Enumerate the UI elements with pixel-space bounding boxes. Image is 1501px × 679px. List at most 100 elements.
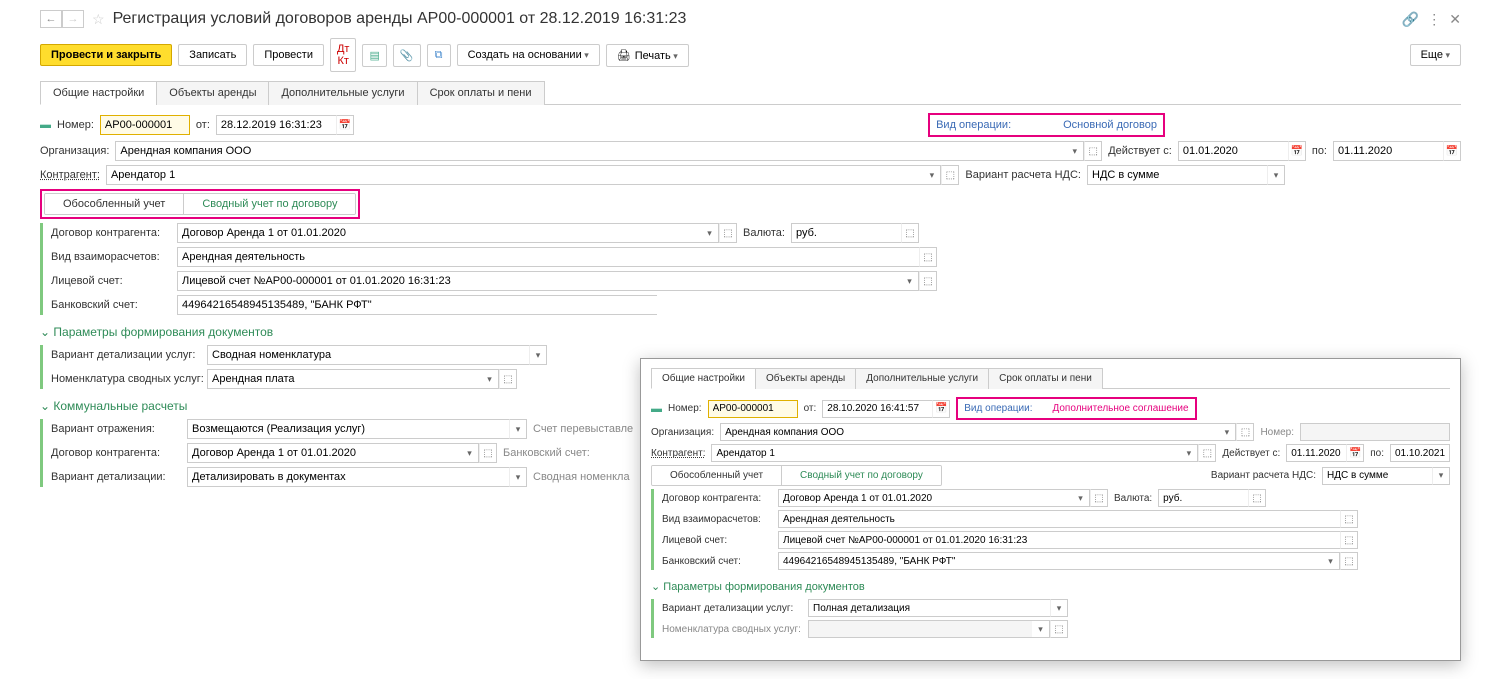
btn-dtkt[interactable]: ДтКт: [330, 38, 357, 72]
inp-komm-dog[interactable]: [187, 443, 461, 463]
dd-kontr[interactable]: ▾: [923, 165, 941, 185]
btn-list-icon[interactable]: ▤: [362, 44, 386, 67]
ov-seg-a[interactable]: Обособленный учет: [652, 466, 781, 485]
open-kontr[interactable]: [941, 165, 959, 185]
close-icon[interactable]: ✕: [1449, 11, 1461, 28]
ov-deist-po[interactable]: [1390, 444, 1450, 462]
inp-deist-s[interactable]: [1178, 141, 1288, 161]
link-icon[interactable]: 🔗: [1402, 11, 1419, 28]
ov-open-lic[interactable]: [1340, 531, 1358, 549]
ov-cal-ot[interactable]: [932, 400, 950, 418]
menu-icon[interactable]: ⋮: [1427, 11, 1441, 28]
open-dog[interactable]: [719, 223, 737, 243]
inp-vz[interactable]: [177, 247, 919, 267]
cal-deist-po[interactable]: [1443, 141, 1461, 161]
ov-open-kontr[interactable]: [1198, 444, 1216, 462]
dd-komm-dog[interactable]: ▾: [461, 443, 479, 463]
ov-inp-nomer[interactable]: [708, 400, 798, 418]
open-nom-sv[interactable]: [499, 369, 517, 389]
inp-bank[interactable]: [177, 295, 657, 315]
val-vid-op[interactable]: Основной договор: [1063, 119, 1157, 131]
ov-inp-lic[interactable]: [778, 531, 1340, 549]
ov-deist-s[interactable]: [1286, 444, 1346, 462]
dd-var-det[interactable]: ▾: [529, 345, 547, 365]
inp-lic[interactable]: [177, 271, 901, 291]
sec-params[interactable]: Параметры формирования документов: [40, 325, 1461, 339]
ov-val-vid-op[interactable]: Дополнительное соглашение: [1052, 403, 1188, 414]
open-vz[interactable]: [919, 247, 937, 267]
lbl-kontr[interactable]: Контрагент:: [40, 169, 100, 181]
seg-obosobl[interactable]: Обособленный учет: [45, 194, 183, 214]
dd-komm-vd[interactable]: ▾: [509, 467, 527, 487]
ov-inp-val[interactable]: [1158, 489, 1248, 507]
dd-var-otr[interactable]: ▾: [509, 419, 527, 439]
ov-dd-dog[interactable]: ▾: [1072, 489, 1090, 507]
ov-tab-terms[interactable]: Срок оплаты и пени: [988, 368, 1103, 389]
ov-cal-s[interactable]: [1346, 444, 1364, 462]
ov-tab-objects[interactable]: Объекты аренды: [755, 368, 856, 389]
ov-lbl-nomer: Номер:: [668, 403, 702, 414]
open-komm-dog[interactable]: [479, 443, 497, 463]
btn-more[interactable]: Еще: [1410, 44, 1461, 66]
cal-icon-ot[interactable]: [336, 115, 354, 135]
btn-pechat[interactable]: Печать: [606, 44, 689, 67]
ov-inp-kontr[interactable]: [711, 444, 1180, 462]
cal-deist-s[interactable]: [1288, 141, 1306, 161]
inp-val[interactable]: [791, 223, 901, 243]
inp-nomer[interactable]: [100, 115, 190, 135]
seg-svod[interactable]: Сводный учет по договору: [183, 194, 355, 214]
ov-dd-org[interactable]: ▾: [1218, 423, 1236, 441]
dd-org[interactable]: ▾: [1066, 141, 1084, 161]
ov-tab-general[interactable]: Общие настройки: [651, 368, 756, 389]
ov-open-bank[interactable]: [1340, 552, 1358, 570]
dd-nom-sv[interactable]: ▾: [481, 369, 499, 389]
dd-nds[interactable]: ▾: [1267, 165, 1285, 185]
ov-open-val[interactable]: [1248, 489, 1266, 507]
open-val[interactable]: [901, 223, 919, 243]
ov-seg-b[interactable]: Сводный учет по договору: [781, 466, 941, 485]
tab-services[interactable]: Дополнительные услуги: [268, 81, 417, 105]
tab-objects[interactable]: Объекты аренды: [156, 81, 269, 105]
btn-provesti-zakryt[interactable]: Провести и закрыть: [40, 44, 172, 66]
ov-dd-var-det[interactable]: ▾: [1050, 599, 1068, 617]
btn-struct-icon[interactable]: ⧉: [427, 44, 451, 67]
btn-sozdat[interactable]: Создать на основании: [457, 44, 600, 66]
inp-komm-vd[interactable]: [187, 467, 509, 487]
inp-var-det[interactable]: [207, 345, 529, 365]
ov-inp-dog[interactable]: [778, 489, 1072, 507]
dd-lic[interactable]: ▾: [901, 271, 919, 291]
btn-attach-icon[interactable]: 📎: [393, 44, 421, 67]
ov-open-dog[interactable]: [1090, 489, 1108, 507]
nav-back[interactable]: ←: [40, 10, 62, 28]
ov-dd-kontr[interactable]: ▾: [1180, 444, 1198, 462]
ov-lbl-kontr[interactable]: Контрагент:: [651, 448, 705, 459]
tab-general[interactable]: Общие настройки: [40, 81, 157, 105]
ov-dd-bank[interactable]: ▾: [1322, 552, 1340, 570]
inp-kontr[interactable]: [106, 165, 923, 185]
open-lic[interactable]: [919, 271, 937, 291]
ov-sec-params[interactable]: Параметры формирования документов: [651, 580, 1450, 593]
ov-tab-services[interactable]: Дополнительные услуги: [855, 368, 989, 389]
inp-org[interactable]: [115, 141, 1066, 161]
star-icon[interactable]: ☆: [92, 11, 105, 28]
ov-inp-bank[interactable]: [778, 552, 1322, 570]
inp-nds[interactable]: [1087, 165, 1267, 185]
ov-inp-vz[interactable]: [778, 510, 1340, 528]
inp-nom-sv[interactable]: [207, 369, 481, 389]
ov-open-vz[interactable]: [1340, 510, 1358, 528]
inp-var-otr[interactable]: [187, 419, 509, 439]
inp-deist-po[interactable]: [1333, 141, 1443, 161]
inp-dog[interactable]: [177, 223, 701, 243]
btn-zapisat[interactable]: Записать: [178, 44, 247, 66]
open-org[interactable]: [1084, 141, 1102, 161]
dd-dog[interactable]: ▾: [701, 223, 719, 243]
ov-open-org[interactable]: [1236, 423, 1254, 441]
ov-inp-nds[interactable]: [1322, 467, 1432, 485]
ov-inp-ot[interactable]: [822, 400, 932, 418]
tab-terms[interactable]: Срок оплаты и пени: [417, 81, 545, 105]
ov-dd-nds[interactable]: ▾: [1432, 467, 1450, 485]
ov-inp-org[interactable]: [720, 423, 1218, 441]
inp-ot[interactable]: [216, 115, 336, 135]
ov-inp-var-det[interactable]: [808, 599, 1050, 617]
btn-provesti[interactable]: Провести: [253, 44, 324, 66]
